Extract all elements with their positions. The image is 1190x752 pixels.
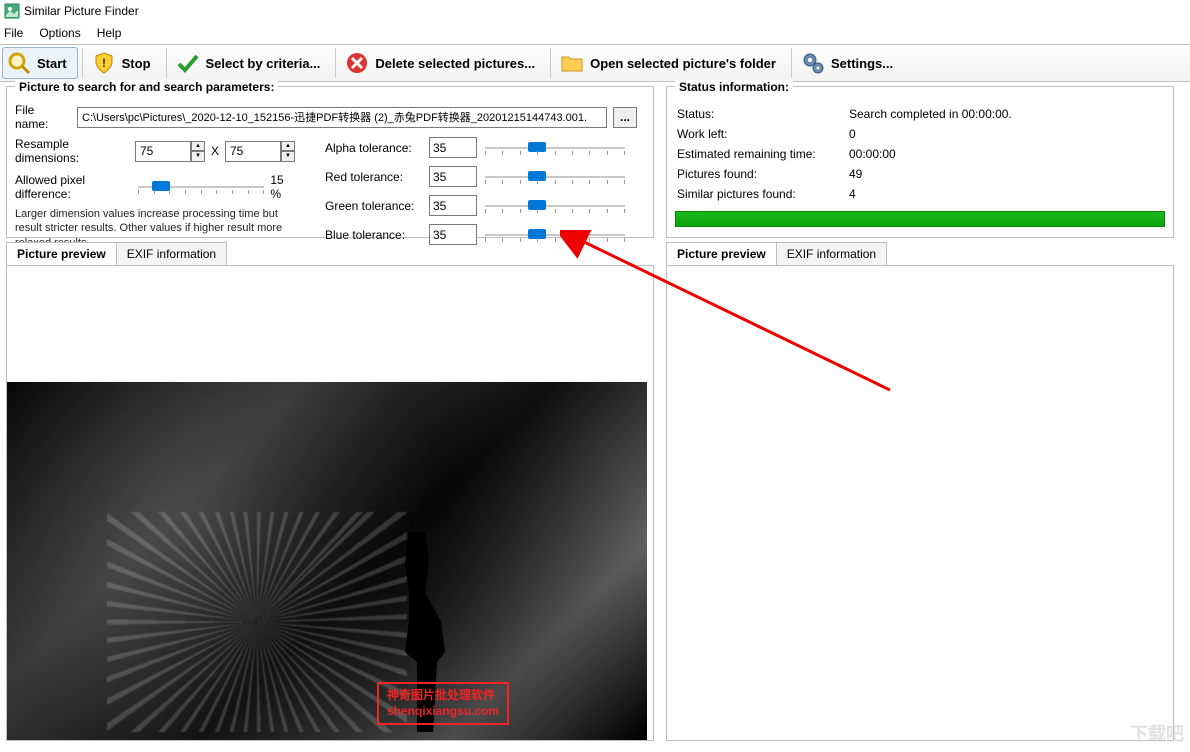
progress-bar xyxy=(675,211,1165,227)
menu-bar: File Options Help xyxy=(0,22,1190,44)
spin-buttons[interactable]: ▲▼ xyxy=(191,141,205,162)
blue-slider[interactable] xyxy=(485,226,625,244)
toolbar: Start ! Stop Select by criteria... Delet… xyxy=(0,44,1190,82)
toolbar-separator xyxy=(166,48,167,78)
toolbar-separator xyxy=(550,48,551,78)
app-icon xyxy=(4,3,20,19)
workleft-value: 0 xyxy=(849,125,1163,143)
red-slider[interactable] xyxy=(485,168,625,186)
status-label: Status: xyxy=(677,105,847,123)
eta-label: Estimated remaining time: xyxy=(677,145,847,163)
eta-value: 00:00:00 xyxy=(849,145,1163,163)
stop-button[interactable]: ! Stop xyxy=(87,47,162,79)
shield-stop-icon: ! xyxy=(92,51,116,75)
allowed-diff-value: 15 % xyxy=(270,173,295,201)
resample-x: X xyxy=(211,144,219,158)
corner-watermark: 下载吧 xyxy=(1130,720,1184,746)
resample-label: Resample dimensions: xyxy=(15,137,129,165)
toolbar-separator xyxy=(82,48,83,78)
tab-exif-right[interactable]: EXIF information xyxy=(776,242,887,265)
alpha-slider[interactable] xyxy=(485,139,625,157)
tab-picture-preview-right[interactable]: Picture preview xyxy=(666,242,777,265)
delete-selected-button[interactable]: Delete selected pictures... xyxy=(340,47,546,79)
spin-buttons[interactable]: ▲▼ xyxy=(281,141,295,162)
select-criteria-button[interactable]: Select by criteria... xyxy=(171,47,332,79)
status-title: Status information: xyxy=(675,80,793,94)
toolbar-separator xyxy=(791,48,792,78)
filename-label: File name: xyxy=(15,103,71,131)
browse-button[interactable]: ... xyxy=(613,107,637,128)
red-input[interactable] xyxy=(429,166,477,187)
menu-file[interactable]: File xyxy=(4,26,23,40)
menu-help[interactable]: Help xyxy=(97,26,122,40)
resample-width-input[interactable] xyxy=(135,141,191,162)
check-icon xyxy=(176,51,200,75)
start-button[interactable]: Start xyxy=(2,47,78,79)
status-value: Search completed in 00:00:00. xyxy=(849,105,1163,123)
open-folder-button[interactable]: Open selected picture's folder xyxy=(555,47,787,79)
found-value: 49 xyxy=(849,165,1163,183)
alpha-label: Alpha tolerance: xyxy=(325,141,421,155)
alpha-input[interactable] xyxy=(429,137,477,158)
delete-icon xyxy=(345,51,369,75)
svg-text:!: ! xyxy=(102,56,106,70)
folder-icon xyxy=(560,51,584,75)
title-bar: Similar Picture Finder xyxy=(0,0,1190,22)
blue-label: Blue tolerance: xyxy=(325,228,421,242)
blue-input[interactable] xyxy=(429,224,477,245)
settings-button[interactable]: Settings... xyxy=(796,47,904,79)
allowed-diff-label: Allowed pixel difference: xyxy=(15,173,132,201)
similar-label: Similar pictures found: xyxy=(677,185,847,203)
search-icon xyxy=(7,51,31,75)
green-label: Green tolerance: xyxy=(325,199,421,213)
left-preview-panel: Picture preview EXIF information 神奇图片批处理… xyxy=(6,242,654,741)
similar-value: 4 xyxy=(849,185,1163,203)
app-title: Similar Picture Finder xyxy=(24,4,139,18)
green-input[interactable] xyxy=(429,195,477,216)
filename-input[interactable] xyxy=(77,107,607,128)
status-panel: Status information: Status:Search comple… xyxy=(666,86,1174,238)
allowed-diff-slider[interactable] xyxy=(138,178,264,196)
green-slider[interactable] xyxy=(485,197,625,215)
menu-options[interactable]: Options xyxy=(39,26,80,40)
red-label: Red tolerance: xyxy=(325,170,421,184)
image-watermark: 神奇图片批处理软件 shenqixiangsu.com xyxy=(377,682,509,725)
gear-icon xyxy=(801,51,825,75)
right-preview-body xyxy=(666,265,1174,741)
resample-height-input[interactable] xyxy=(225,141,281,162)
right-preview-panel: Picture preview EXIF information xyxy=(666,242,1174,741)
preview-image: 神奇图片批处理软件 shenqixiangsu.com xyxy=(7,382,647,741)
params-title: Picture to search for and search paramet… xyxy=(15,80,278,94)
left-preview-body: 神奇图片批处理软件 shenqixiangsu.com xyxy=(6,265,654,741)
tab-picture-preview-left[interactable]: Picture preview xyxy=(6,242,117,265)
search-params-panel: Picture to search for and search paramet… xyxy=(6,86,654,238)
found-label: Pictures found: xyxy=(677,165,847,183)
workleft-label: Work left: xyxy=(677,125,847,143)
toolbar-separator xyxy=(335,48,336,78)
